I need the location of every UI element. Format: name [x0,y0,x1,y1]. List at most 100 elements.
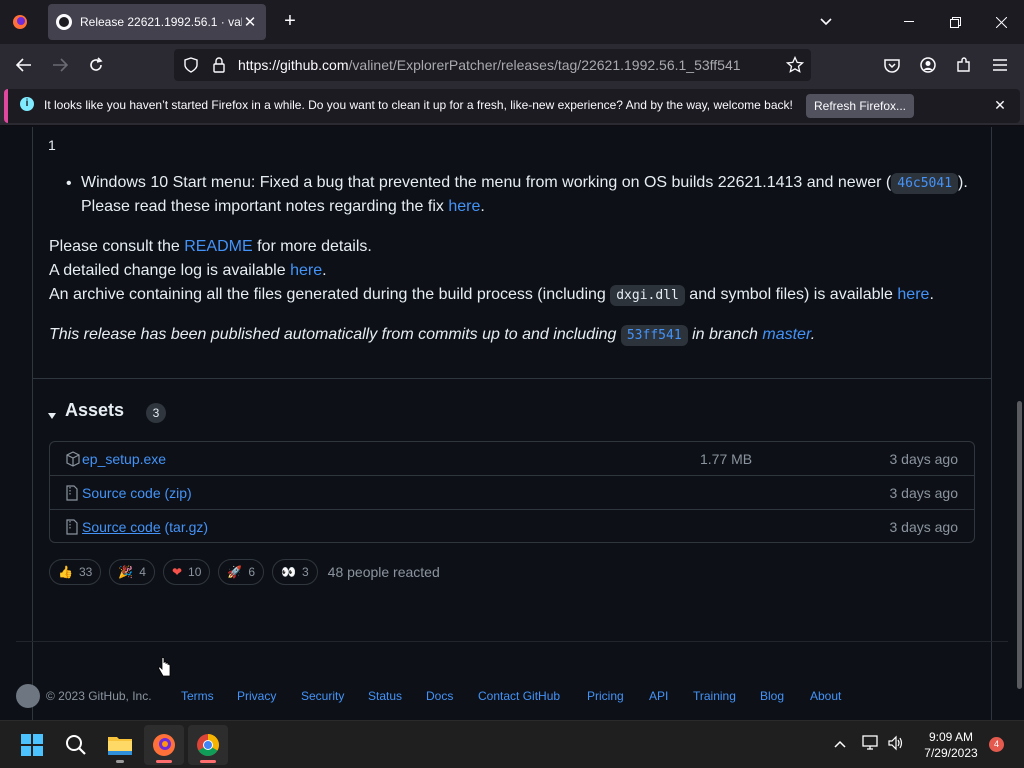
notes-text: Please read these important notes regard… [81,198,449,215]
search-icon[interactable] [56,725,96,765]
file-zip-icon [66,519,80,535]
menu-icon[interactable] [988,53,1012,77]
page-scrollbar[interactable] [1017,401,1022,689]
notes-here-link[interactable]: here [448,198,480,215]
refresh-firefox-button[interactable]: Refresh Firefox... [806,94,914,118]
asset-row-source-targz[interactable]: Source code (tar.gz) 3 days ago [50,509,974,543]
footer-link-blog[interactable]: Blog [760,689,784,703]
reaction-hooray[interactable]: 🎉 4 [109,559,155,585]
pocket-icon[interactable] [880,53,904,77]
footer-link-training[interactable]: Training [693,689,736,703]
close-notification-icon[interactable]: ✕ [990,95,1010,115]
notification-count-badge[interactable]: 4 [989,737,1004,752]
footer-link-api[interactable]: API [649,689,668,703]
chrome-taskbar-icon[interactable] [188,725,228,765]
volume-icon[interactable] [888,735,904,754]
footer-link-contact[interactable]: Contact GitHub [478,689,560,703]
auto-publish-line: This release has been published automati… [49,325,815,346]
heart-icon: ❤ [171,565,183,579]
asset-row-source-zip[interactable]: Source code (zip) 3 days ago [50,475,974,509]
changelog-text-b: . [322,262,327,279]
lock-icon[interactable] [212,57,226,76]
network-icon[interactable] [862,735,880,754]
notification-bar: i It looks like you haven’t started Fire… [0,86,1024,126]
asset-link-source-targz[interactable]: Source code (tar.gz) [82,519,208,535]
github-logo-icon[interactable] [16,684,40,708]
new-tab-button[interactable]: + [278,10,302,34]
readme-line: Please consult the README for more detai… [49,238,372,256]
account-icon[interactable] [916,53,940,77]
tab-close-icon[interactable]: ✕ [242,13,258,31]
changelog-here-link[interactable]: here [290,262,322,279]
assets-toggle-icon[interactable] [48,407,56,425]
rocket-icon: 🚀 [227,565,243,579]
changelog-line: A detailed change log is available here. [49,262,327,280]
file-zip-icon [66,485,80,501]
bullet-line-1: Windows 10 Start menu: Fixed a bug that … [81,173,968,194]
bullet-text-a: Windows 10 Start menu: Fixed a bug that … [81,174,892,191]
commit-link-46c5041[interactable]: 46c5041 [891,173,959,194]
tracking-protection-icon[interactable] [184,57,198,76]
archive-here-link[interactable]: here [897,286,929,303]
minimize-icon[interactable] [892,0,926,44]
reaction-thumbs-up[interactable]: 👍 33 [49,559,102,585]
page-content: 1 • Windows 10 Start menu: Fixed a bug t… [0,127,1024,720]
source-code-label: Source code [82,485,161,501]
reaction-count: 6 [248,565,256,579]
reaction-count: 33 [78,565,93,579]
readme-text-a: Please consult the [49,238,185,255]
footer-link-security[interactable]: Security [301,689,344,703]
footer-link-privacy[interactable]: Privacy [237,689,276,703]
reload-icon[interactable] [84,53,108,77]
asset-row-ep-setup[interactable]: ep_setup.exe 1.77 MB 3 days ago [50,442,974,476]
asset-link-source-zip[interactable]: Source code (zip) [82,485,192,501]
commit-link-53ff541[interactable]: 53ff541 [620,325,688,346]
clock-time: 9:09 AM [928,730,974,744]
notes-period: . [480,198,485,215]
file-explorer-icon[interactable] [100,725,140,765]
reaction-rocket[interactable]: 🚀 6 [218,559,265,585]
show-hidden-icons-icon[interactable] [834,735,846,751]
forward-icon[interactable] [48,53,72,77]
back-icon[interactable] [12,53,36,77]
footer-link-pricing[interactable]: Pricing [587,689,624,703]
branch-master-link[interactable]: master [762,326,810,343]
footer-divider [16,641,1008,642]
changelog-text-a: A detailed change log is available [49,262,291,279]
system-clock[interactable]: 9:09 AM 7/29/2023 [918,729,984,761]
url-host: https://github.com [238,57,349,73]
tab-bar: Release 22621.1992.56.1 · valinet/Explor… [0,0,1024,44]
assets-count-badge: 3 [146,403,166,423]
footer-link-docs[interactable]: Docs [426,689,453,703]
start-windows-icon[interactable] [12,725,52,765]
info-icon: i [20,97,34,111]
restore-icon[interactable] [938,0,972,44]
tab-release[interactable]: Release 22621.1992.56.1 · valinet/Explor… [48,4,266,40]
url-path: /valinet/ExplorerPatcher/releases/tag/22… [348,57,741,73]
assets-list: ep_setup.exe 1.77 MB 3 days ago Source c… [49,441,975,543]
footer-link-status[interactable]: Status [368,689,402,703]
footer-link-terms[interactable]: Terms [181,689,214,703]
asset-date: 3 days ago [889,451,959,467]
reaction-heart[interactable]: ❤ 10 [162,559,211,585]
extensions-icon[interactable] [952,53,976,77]
github-icon [56,14,72,30]
reaction-count: 3 [301,565,309,579]
assets-heading[interactable]: Assets [65,400,124,421]
reaction-eyes[interactable]: 👀 3 [272,559,318,585]
footer-link-about[interactable]: About [810,689,841,703]
firefox-taskbar-icon[interactable] [144,725,184,765]
close-window-icon[interactable] [984,0,1018,44]
bookmark-star-icon[interactable] [785,55,805,77]
firefox-view-icon[interactable] [0,0,40,44]
readme-link[interactable]: README [184,238,252,255]
zip-suffix: (zip) [160,485,192,501]
asset-link-ep-setup[interactable]: ep_setup.exe [82,451,166,467]
running-indicator [116,760,124,763]
footer: © 2023 GitHub, Inc. Terms Privacy Securi… [16,681,1008,711]
archive-line: An archive containing all the files gene… [49,285,934,306]
url-bar[interactable]: https://github.com/valinet/ExplorerPatch… [174,49,811,81]
reactions-summary[interactable]: 48 people reacted [328,564,440,580]
list-all-tabs-icon[interactable] [810,0,842,44]
url-text: https://github.com/valinet/ExplorerPatch… [238,57,741,73]
